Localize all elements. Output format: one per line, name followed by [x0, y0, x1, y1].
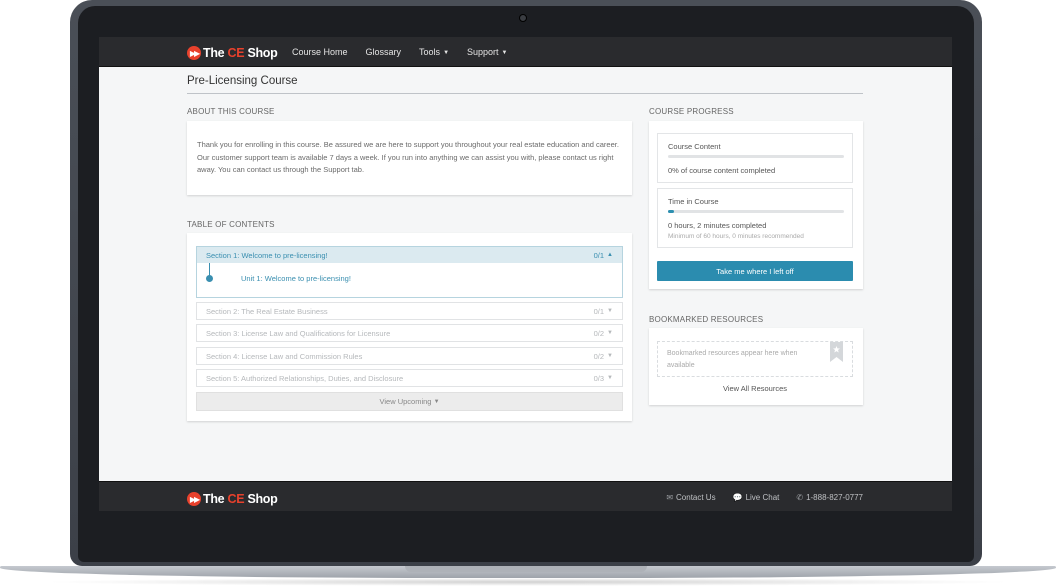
progress-title: Course Content	[668, 142, 721, 151]
fast-forward-icon: ▶▶	[187, 492, 201, 506]
progress-text: 0 hours, 2 minutes completed	[668, 221, 767, 230]
chevron-down-icon: ▼	[607, 330, 613, 336]
toc-section-label: TABLE OF CONTENTS	[187, 220, 275, 229]
toc-section-title: Section 3: License Law and Qualification…	[206, 328, 391, 338]
chevron-down-icon: ▼	[607, 375, 613, 381]
nav-menu: Course Home Glossary Tools ▼ Support ▼	[292, 37, 526, 67]
footer: ▶▶ The CE Shop ✉ Contact Us 💬 Live Chat ✆ 1…	[99, 481, 952, 511]
toc-section-count: 0/2	[593, 351, 605, 361]
progress-fill	[668, 210, 674, 213]
toc-section-2[interactable]: Section 2: The Real Estate Business 0/1 …	[196, 302, 623, 320]
caret-down-icon: ▼	[501, 50, 508, 56]
brand-logo-text: The CE Shop	[203, 492, 278, 506]
toc-section-1[interactable]: Section 1: Welcome to pre-licensing! 0/1…	[196, 246, 623, 264]
footer-links: ✉ Contact Us 💬 Live Chat ✆ 1-888-827-0777	[649, 482, 863, 511]
chevron-up-icon: ▲	[607, 252, 613, 258]
toc-section-title: Section 2: The Real Estate Business	[206, 306, 328, 316]
toc-card: Section 1: Welcome to pre-licensing! 0/1…	[187, 233, 632, 421]
page-title: Pre-Licensing Course	[187, 75, 298, 87]
nav-glossary[interactable]: Glossary	[366, 47, 402, 57]
bookmarks-card: Bookmarked resources appear here when av…	[649, 328, 863, 405]
phone-icon: ✆	[796, 492, 804, 502]
live-chat-link[interactable]: 💬 Live Chat	[733, 493, 780, 502]
toc-section-count: 0/1	[593, 250, 605, 260]
chat-icon: 💬	[732, 492, 743, 502]
progress-track	[668, 155, 844, 158]
top-navbar: ▶▶ The CE Shop Course Home Glossary Tool…	[99, 37, 952, 67]
bookmarks-empty-text: Bookmarked resources appear here when av…	[667, 350, 798, 369]
about-text: Thank you for enrolling in this course. …	[197, 140, 619, 174]
brand-logo-text: The CE Shop	[203, 46, 278, 60]
chevron-down-icon: ▼	[607, 353, 613, 359]
toc-section-5[interactable]: Section 5: Authorized Relationships, Dut…	[196, 369, 623, 387]
toc-section-count: 0/2	[593, 328, 605, 338]
webcam-icon	[519, 14, 527, 22]
chevron-down-icon: ▼	[607, 308, 613, 314]
phone-link[interactable]: ✆ 1-888-827-0777	[796, 493, 863, 502]
about-card: Thank you for enrolling in this course. …	[187, 121, 632, 195]
footer-brand-logo[interactable]: ▶▶ The CE Shop	[187, 491, 278, 507]
chevron-down-icon: ▼	[433, 398, 440, 405]
title-divider	[187, 93, 863, 94]
toc-section-title: Section 5: Authorized Relationships, Dut…	[206, 373, 404, 383]
progress-subtext: Minimum of 60 hours, 0 minutes recommend…	[668, 233, 804, 240]
bookmarks-empty-state: Bookmarked resources appear here when av…	[657, 341, 853, 377]
progress-section-label: COURSE PROGRESS	[649, 107, 734, 116]
toc-section-1-units: Unit 1: Welcome to pre-licensing!	[196, 263, 623, 298]
bookmarks-section-label: BOOKMARKED RESOURCES	[649, 315, 764, 324]
contact-us-link[interactable]: ✉ Contact Us	[666, 493, 715, 502]
laptop-screen: ▶▶ The CE Shop Course Home Glossary Tool…	[99, 37, 952, 511]
view-upcoming-button[interactable]: View Upcoming ▼	[196, 392, 623, 411]
fast-forward-icon: ▶▶	[187, 46, 201, 60]
unit-dot-icon	[206, 275, 213, 282]
nav-course-home[interactable]: Course Home	[292, 47, 348, 57]
envelope-icon: ✉	[666, 492, 674, 502]
laptop-shadow	[40, 578, 1016, 586]
about-section-label: ABOUT THIS COURSE	[187, 107, 275, 116]
toc-section-title: Section 1: Welcome to pre-licensing!	[206, 250, 328, 260]
laptop-base-notch	[405, 566, 647, 572]
progress-track	[668, 210, 844, 213]
view-all-resources-link[interactable]: View All Resources	[649, 384, 861, 393]
bookmark-icon	[830, 342, 843, 362]
toc-section-4[interactable]: Section 4: License Law and Commission Ru…	[196, 347, 623, 365]
progress-card: Course Content 0% of course content comp…	[649, 121, 863, 289]
toc-section-3[interactable]: Section 3: License Law and Qualification…	[196, 324, 623, 342]
nav-tools[interactable]: Tools ▼	[419, 47, 449, 57]
unit-1-link[interactable]: Unit 1: Welcome to pre-licensing!	[241, 274, 351, 283]
toc-section-count: 0/3	[593, 373, 605, 383]
progress-title: Time in Course	[668, 197, 719, 206]
caret-down-icon: ▼	[443, 50, 450, 56]
progress-text: 0% of course content completed	[668, 166, 776, 175]
toc-section-count: 0/1	[593, 306, 605, 316]
brand-logo[interactable]: ▶▶ The CE Shop	[187, 45, 278, 61]
time-in-course-progress: Time in Course 0 hours, 2 minutes comple…	[657, 188, 853, 248]
resume-course-button[interactable]: Take me where I left off	[657, 261, 853, 281]
toc-section-title: Section 4: License Law and Commission Ru…	[206, 351, 363, 361]
course-content-progress: Course Content 0% of course content comp…	[657, 133, 853, 183]
nav-support[interactable]: Support ▼	[467, 47, 507, 57]
